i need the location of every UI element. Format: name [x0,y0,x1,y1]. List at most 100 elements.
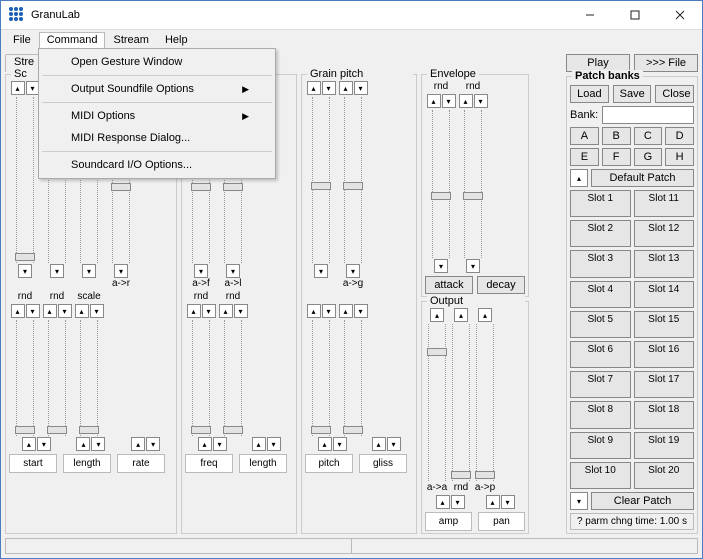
spin-down-icon[interactable]: ▾ [322,304,336,318]
spin-down-icon[interactable]: ▾ [267,437,281,451]
slider-rate-scale[interactable] [80,320,98,436]
slot-2-button[interactable]: Slot 2 [570,220,631,247]
dropdown-icon[interactable]: ▾ [114,264,128,278]
bank-d-button[interactable]: D [665,127,694,145]
slider-pitch2[interactable] [312,320,330,436]
attack-button[interactable]: attack [425,276,473,294]
spin-down-icon[interactable]: ▾ [26,304,40,318]
spin-up-icon[interactable]: ▴ [252,437,266,451]
slider-pan[interactable] [476,324,494,481]
spin-up-icon[interactable]: ▴ [131,437,145,451]
slider-rnd-out[interactable] [452,324,470,481]
dropdown-icon[interactable]: ▾ [346,264,360,278]
slot-18-button[interactable]: Slot 18 [634,401,695,428]
spin-down-icon[interactable]: ▾ [333,437,347,451]
spin-up-icon[interactable]: ▴ [478,308,492,322]
slider-attack[interactable] [432,110,450,258]
clear-patch-button[interactable]: Clear Patch [591,492,694,510]
menu-command[interactable]: Command [39,32,106,48]
slot-11-button[interactable]: Slot 11 [634,190,695,217]
spin-down-icon[interactable]: ▾ [501,495,515,509]
slider-decay[interactable] [464,110,482,258]
menu-file[interactable]: File [5,32,39,48]
bank-e-button[interactable]: E [570,148,599,166]
spin-down-icon[interactable]: ▾ [451,495,465,509]
bank-h-button[interactable]: H [665,148,694,166]
dropdown-icon[interactable]: ▾ [226,264,240,278]
bank-input[interactable] [602,106,694,124]
slider-glength-rnd[interactable] [224,320,242,436]
dropdown-icon[interactable]: ▾ [434,259,448,273]
spin-down-icon[interactable]: ▾ [387,437,401,451]
slider-length-rnd[interactable] [48,320,66,436]
slot-15-button[interactable]: Slot 15 [634,311,695,338]
spin-up-icon[interactable]: ▴ [454,308,468,322]
menu-midi-options[interactable]: MIDI Options▶ [41,105,273,127]
spin-up-icon[interactable]: ▴ [43,304,57,318]
close-button[interactable] [657,1,702,29]
slot-13-button[interactable]: Slot 13 [634,250,695,277]
spin-up-icon[interactable]: ▴ [307,81,321,95]
spin-down-icon[interactable]: ▾ [90,304,104,318]
spin-down-icon[interactable]: ▾ [234,304,248,318]
spin-down-icon[interactable]: ▾ [354,304,368,318]
spin-up-icon[interactable]: ▴ [187,304,201,318]
bank-b-button[interactable]: B [602,127,631,145]
menu-open-gesture[interactable]: Open Gesture Window [41,51,273,73]
close-bank-button[interactable]: Close [655,85,694,103]
spin-down-icon[interactable]: ▾ [354,81,368,95]
dropdown-icon[interactable]: ▾ [314,264,328,278]
bank-f-button[interactable]: F [602,148,631,166]
bank-g-button[interactable]: G [634,148,663,166]
spin-up-icon[interactable]: ▴ [11,81,25,95]
spin-up-icon[interactable]: ▴ [318,437,332,451]
slot-20-button[interactable]: Slot 20 [634,462,695,489]
spin-down-icon[interactable]: ▾ [37,437,51,451]
default-patch-up-icon[interactable]: ▴ [570,169,588,187]
clear-patch-down-icon[interactable]: ▾ [570,492,588,510]
spin-up-icon[interactable]: ▴ [339,304,353,318]
decay-button[interactable]: decay [477,276,525,294]
spin-down-icon[interactable]: ▾ [322,81,336,95]
spin-up-icon[interactable]: ▴ [372,437,386,451]
slider-start-rnd[interactable] [16,320,34,436]
spin-up-icon[interactable]: ▴ [219,304,233,318]
spin-up-icon[interactable]: ▴ [459,94,473,108]
slider-start-upper[interactable] [16,97,34,263]
slot-7-button[interactable]: Slot 7 [570,371,631,398]
slot-14-button[interactable]: Slot 14 [634,281,695,308]
slot-8-button[interactable]: Slot 8 [570,401,631,428]
spin-down-icon[interactable]: ▾ [91,437,105,451]
spin-down-icon[interactable]: ▾ [58,304,72,318]
spin-up-icon[interactable]: ▴ [75,304,89,318]
spin-down-icon[interactable]: ▾ [474,94,488,108]
load-button[interactable]: Load [570,85,609,103]
spin-up-icon[interactable]: ▴ [486,495,500,509]
spin-down-icon[interactable]: ▾ [442,94,456,108]
menu-midi-response[interactable]: MIDI Response Dialog... [41,127,273,149]
spin-up-icon[interactable]: ▴ [198,437,212,451]
slider-gliss2[interactable] [344,320,362,436]
spin-up-icon[interactable]: ▴ [307,304,321,318]
slot-5-button[interactable]: Slot 5 [570,311,631,338]
spin-up-icon[interactable]: ▴ [339,81,353,95]
slot-3-button[interactable]: Slot 3 [570,250,631,277]
slot-1-button[interactable]: Slot 1 [570,190,631,217]
slot-9-button[interactable]: Slot 9 [570,432,631,459]
bank-c-button[interactable]: C [634,127,663,145]
spin-up-icon[interactable]: ▴ [11,304,25,318]
spin-up-icon[interactable]: ▴ [430,308,444,322]
slider-amp[interactable] [428,324,446,481]
minimize-button[interactable] [567,1,612,29]
menu-help[interactable]: Help [157,32,196,48]
slot-6-button[interactable]: Slot 6 [570,341,631,368]
dropdown-icon[interactable]: ▾ [82,264,96,278]
slider-gliss[interactable] [344,97,362,263]
dropdown-icon[interactable]: ▾ [18,264,32,278]
menu-output-soundfile[interactable]: Output Soundfile Options▶ [41,78,273,100]
dropdown-icon[interactable]: ▾ [50,264,64,278]
slot-16-button[interactable]: Slot 16 [634,341,695,368]
spin-down-icon[interactable]: ▾ [146,437,160,451]
slot-10-button[interactable]: Slot 10 [570,462,631,489]
menu-soundcard-io[interactable]: Soundcard I/O Options... [41,154,273,176]
